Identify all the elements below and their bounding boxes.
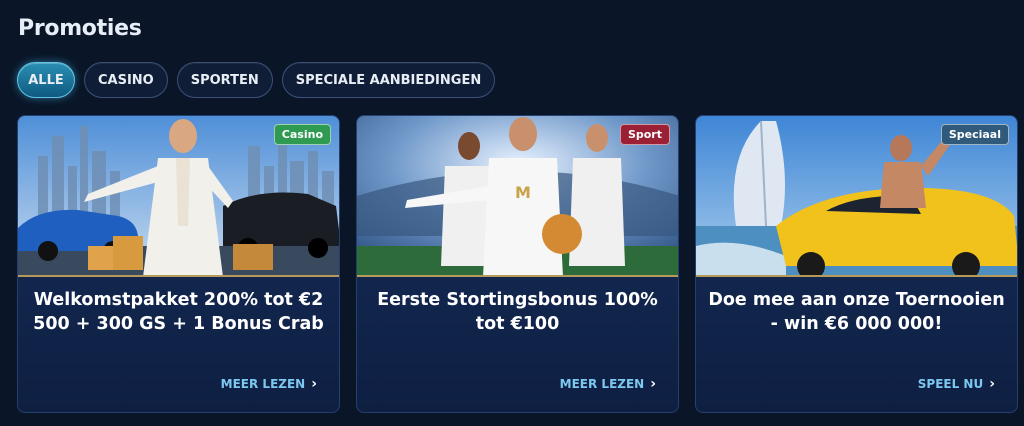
promo-card-special[interactable]: Speciaal Doe mee aan onze Toernooien - w… <box>695 115 1018 413</box>
filter-casino-button[interactable]: CASINO <box>84 62 168 98</box>
page-title: Promoties <box>18 16 142 41</box>
play-now-label: SPEEL NU <box>917 377 984 391</box>
chevron-right-icon: › <box>650 376 656 392</box>
category-badge-sport: Sport <box>619 124 670 145</box>
filter-sports-button[interactable]: SPORTEN <box>176 62 273 98</box>
promo-image-special: Speciaal <box>696 116 1017 277</box>
filter-bar: ALLE CASINO SPORTEN SPECIALE AANBIEDINGE… <box>17 62 496 98</box>
promo-image-sport: M Sport <box>357 116 678 277</box>
svg-text:M: M <box>515 183 531 202</box>
promo-title: Welkomstpakket 200% tot €2 500 + 300 GS … <box>33 290 324 334</box>
promo-title: Eerste Stortingsbonus 100% tot €100 <box>377 290 658 334</box>
read-more-label: MEER LEZEN <box>559 377 645 391</box>
play-now-link[interactable]: SPEEL NU › <box>918 376 995 392</box>
read-more-label: MEER LEZEN <box>220 377 306 391</box>
category-badge-special: Speciaal <box>940 124 1009 145</box>
filter-all-button[interactable]: ALLE <box>17 62 75 98</box>
filter-special-offers-button[interactable]: SPECIALE AANBIEDINGEN <box>281 62 496 98</box>
category-badge-casino: Casino <box>273 124 331 145</box>
chevron-right-icon: › <box>989 376 995 392</box>
chevron-right-icon: › <box>311 376 317 392</box>
promo-title: Doe mee aan onze Toernooien - win €6 000… <box>708 290 1005 334</box>
read-more-link[interactable]: MEER LEZEN › <box>221 376 317 392</box>
promo-card-sport[interactable]: M Sport Eerste Stortingsbonus 100% tot €… <box>356 115 679 413</box>
promo-card-casino[interactable]: Casino Welkomstpakket 200% tot €2 500 + … <box>17 115 340 413</box>
promo-card-list: Casino Welkomstpakket 200% tot €2 500 + … <box>17 115 1018 413</box>
promo-image-casino: Casino <box>18 116 339 277</box>
read-more-link[interactable]: MEER LEZEN › <box>560 376 656 392</box>
